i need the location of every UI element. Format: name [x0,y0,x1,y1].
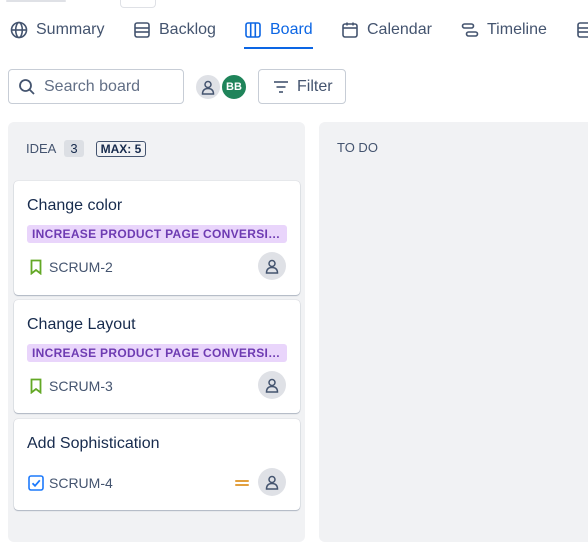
filter-icon [274,80,288,93]
tab-timeline[interactable]: Timeline [461,14,547,46]
search-box[interactable] [8,69,184,104]
tab-board[interactable]: Board [244,14,313,49]
search-input[interactable] [44,77,174,96]
board-toolbar: BB Filter [8,69,588,104]
column-idea: IDEA 3 MAX: 5 Change color INCREASE PROD… [8,122,305,542]
tab-more[interactable] [576,14,588,46]
task-checkbox-icon [28,475,44,491]
epic-label[interactable]: INCREASE PRODUCT PAGE CONVERSIONS [27,225,287,243]
tab-summary-label: Summary [36,21,105,38]
issue-card[interactable]: Change color INCREASE PRODUCT PAGE CONVE… [14,181,300,295]
card-title: Change color [27,197,123,214]
card-title: Add Sophistication [27,435,160,452]
card-title: Change Layout [27,316,136,333]
column-issue-count: 3 [64,140,84,157]
tab-board-label: Board [270,21,313,38]
epic-label[interactable]: INCREASE PRODUCT PAGE CONVERSIONS [27,344,287,362]
priority-medium-icon [235,480,249,486]
top-fragment [0,0,588,8]
person-icon [201,80,215,95]
issue-key[interactable]: SCRUM-4 [49,475,113,491]
tab-calendar[interactable]: Calendar [341,14,432,46]
tab-calendar-label: Calendar [367,21,432,38]
tab-backlog[interactable]: Backlog [133,14,216,46]
story-icon [30,259,42,275]
top-divider [6,0,66,2]
search-icon [19,78,35,95]
timeline-icon [461,23,479,37]
tab-backlog-label: Backlog [159,21,216,38]
person-icon [265,475,279,490]
assignee-avatar[interactable] [258,371,286,399]
unassigned-avatar[interactable] [194,73,222,101]
column-header: TO DO [337,140,378,155]
column-todo: TO DO [319,122,588,542]
assignee-avatar[interactable] [258,468,286,496]
tab-summary[interactable]: Summary [10,14,104,46]
column-header: IDEA 3 MAX: 5 [26,140,147,157]
person-icon [265,259,279,274]
filter-label: Filter [297,77,333,95]
calendar-icon [342,22,358,38]
tab-timeline-label: Timeline [487,21,547,38]
backlog-icon [134,22,150,38]
issue-key[interactable]: SCRUM-3 [49,378,113,394]
user-avatar-bb[interactable]: BB [220,73,248,101]
project-tabs: Summary Backlog Board Calendar Timeline [0,14,588,49]
list-icon [577,22,588,38]
issue-card[interactable]: Add Sophistication SCRUM-4 [14,419,300,510]
issue-card[interactable]: Change Layout INCREASE PRODUCT PAGE CONV… [14,300,300,413]
avatar-initials: BB [226,81,242,93]
board-icon [245,22,261,38]
column-max-badge: MAX: 5 [95,140,147,157]
person-icon [265,378,279,393]
globe-icon [10,21,28,39]
column-title: IDEA [26,141,57,156]
filter-button[interactable]: Filter [258,69,346,104]
story-icon [30,378,42,394]
issue-key[interactable]: SCRUM-2 [49,259,113,275]
column-title: TO DO [337,140,378,155]
assignee-avatar[interactable] [258,252,286,280]
top-button-fragment[interactable] [120,0,156,8]
